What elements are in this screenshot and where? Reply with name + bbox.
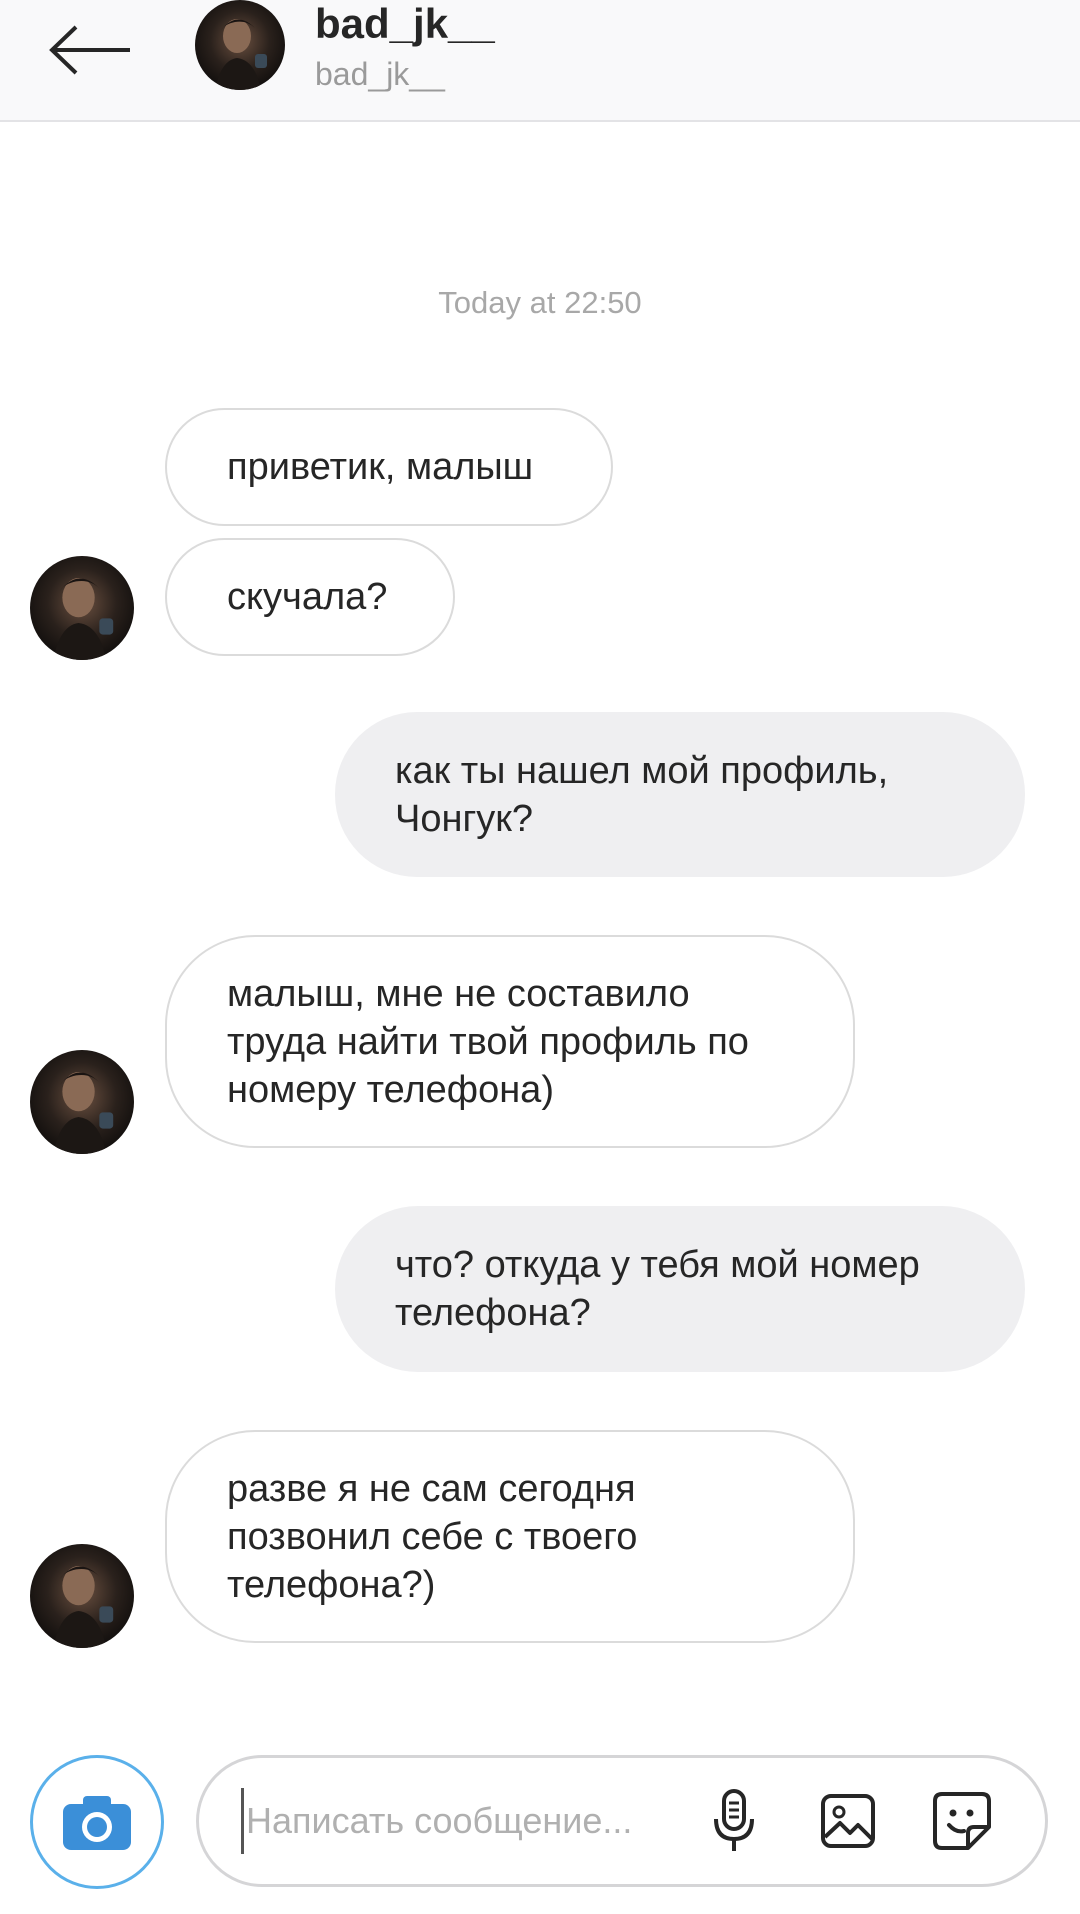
image-icon [821, 1794, 875, 1848]
profile-photo [195, 0, 285, 90]
message-input[interactable] [241, 1788, 666, 1854]
sender-avatar[interactable] [30, 1050, 134, 1154]
arrow-left-icon [49, 25, 130, 75]
message-composer [196, 1755, 1048, 1887]
camera-button[interactable] [30, 1755, 164, 1889]
sticker-button[interactable] [927, 1786, 997, 1856]
message-text: как ты нашел мой профиль, Чонгук? [395, 749, 889, 840]
profile-photo [30, 1050, 134, 1154]
message-bubble[interactable]: что? откуда у тебя мой номер телефона? [335, 1206, 1025, 1372]
message-text: что? откуда у тебя мой номер телефона? [395, 1244, 920, 1334]
back-button[interactable] [40, 10, 140, 90]
microphone-icon [714, 1789, 754, 1851]
gallery-button[interactable] [813, 1786, 883, 1856]
message-text: приветик, малыш [227, 446, 534, 488]
sender-avatar[interactable] [30, 1544, 134, 1648]
message-text: скучала? [227, 576, 388, 618]
message-bubble[interactable]: скучала? [165, 538, 455, 656]
message-bubble[interactable]: малыш, мне не составило труда найти твой… [165, 935, 855, 1148]
chat-header: bad_jk__ bad_jk__ [0, 0, 1080, 122]
message-bubble[interactable]: как ты нашел мой профиль, Чонгук? [335, 712, 1025, 877]
voice-message-button[interactable] [699, 1786, 769, 1856]
chat-title[interactable]: bad_jk__ [315, 0, 495, 48]
message-bubble[interactable]: приветик, малыш [165, 408, 613, 526]
message-text: разве я не сам сегодня позвонил себе с т… [227, 1467, 638, 1606]
message-text: малыш, мне не составило труда найти твой… [227, 972, 749, 1111]
message-timestamp: Today at 22:50 [438, 285, 642, 320]
profile-photo [30, 1544, 134, 1648]
camera-icon [63, 1796, 131, 1850]
sender-avatar[interactable] [30, 556, 134, 660]
message-bubble[interactable]: разве я не сам сегодня позвонил себе с т… [165, 1430, 855, 1643]
avatar[interactable] [195, 0, 285, 90]
profile-photo [30, 556, 134, 660]
sticker-icon [933, 1792, 991, 1850]
chat-subtitle: bad_jk__ [315, 56, 445, 92]
